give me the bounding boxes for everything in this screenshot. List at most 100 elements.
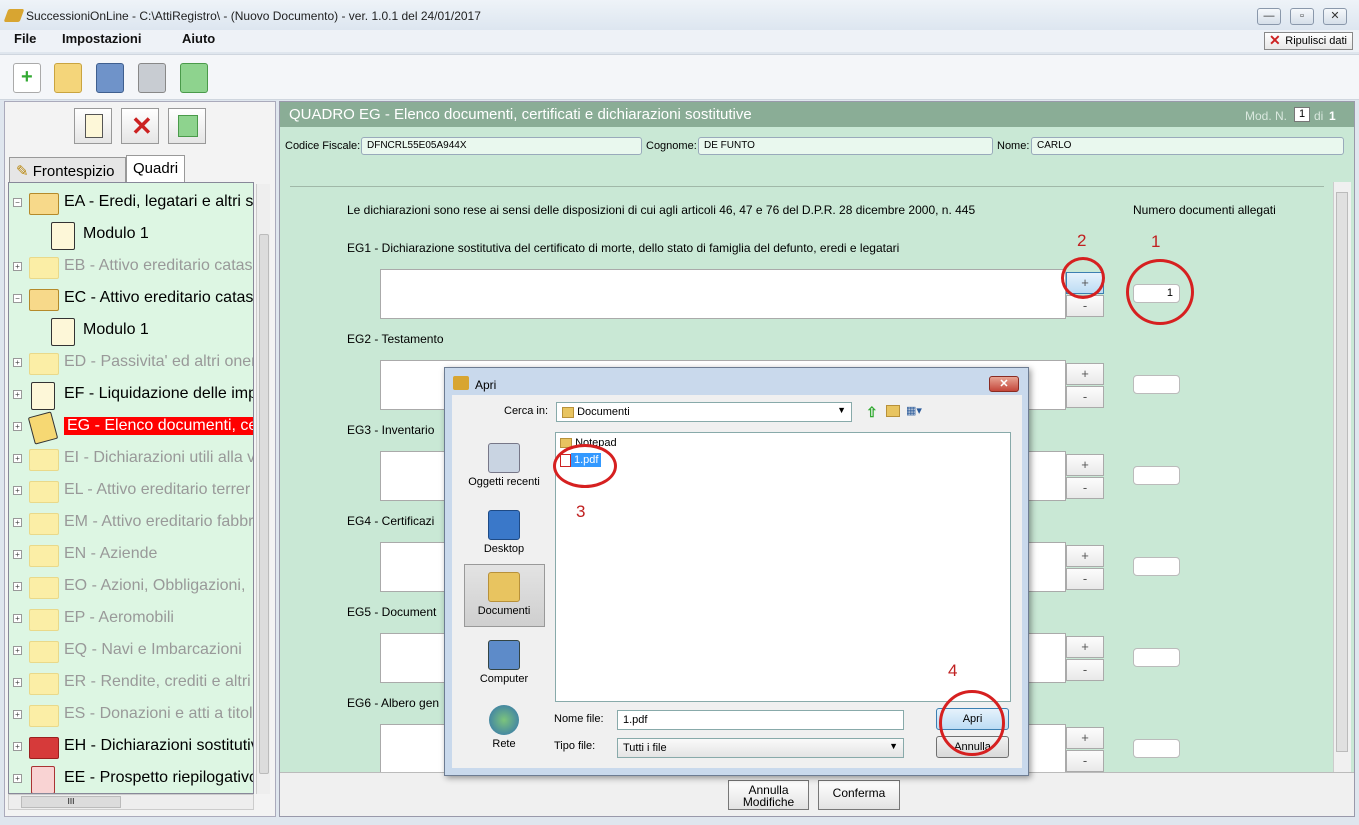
- maximize-button[interactable]: ▫: [1290, 8, 1314, 25]
- expand-icon[interactable]: +: [13, 774, 22, 783]
- folder-icon: [29, 577, 59, 599]
- tree-item[interactable]: + EE - Prospetto riepilogativo: [9, 763, 253, 793]
- codice-fiscale-field[interactable]: DFNCRL55E05A944X: [361, 137, 642, 155]
- tree-item[interactable]: − EC - Attivo ereditario catas: [9, 283, 253, 315]
- expand-icon[interactable]: +: [13, 486, 22, 495]
- tree-item-label: EL - Attivo ereditario terrer: [64, 481, 251, 498]
- tab-frontespizio[interactable]: ✎ Frontespizio: [9, 157, 126, 182]
- eg5-add-button[interactable]: +: [1066, 636, 1104, 658]
- tree-item[interactable]: Modulo 1: [9, 219, 253, 251]
- expand-icon[interactable]: −: [13, 294, 22, 303]
- delete-quadro-button[interactable]: ✕: [121, 108, 159, 144]
- eg2-remove-button[interactable]: -: [1066, 386, 1104, 408]
- expand-icon[interactable]: +: [13, 742, 22, 751]
- print-icon[interactable]: [138, 63, 166, 93]
- cerca-in-dropdown[interactable]: Documenti ▼: [556, 402, 852, 422]
- tree-item[interactable]: + ED - Passivita' ed altri oner: [9, 347, 254, 379]
- expand-icon[interactable]: +: [13, 710, 22, 719]
- delete-icon: ✕: [131, 111, 153, 141]
- tree-item[interactable]: + EN - Aziende: [9, 539, 253, 571]
- nome-file-input[interactable]: 1.pdf: [617, 710, 904, 730]
- expand-icon[interactable]: +: [13, 646, 22, 655]
- eg2-add-button[interactable]: +: [1066, 363, 1104, 385]
- eg4-remove-button[interactable]: -: [1066, 568, 1104, 590]
- cognome-field[interactable]: DE FUNTO: [698, 137, 993, 155]
- tree-item[interactable]: + EQ - Navi e Imbarcazioni: [9, 635, 253, 667]
- eg3-remove-button[interactable]: -: [1066, 477, 1104, 499]
- expand-icon[interactable]: +: [13, 262, 22, 271]
- eg3-add-button[interactable]: +: [1066, 454, 1104, 476]
- menu-aiuto[interactable]: Aiuto: [182, 31, 215, 46]
- cognome-label: Cognome:: [646, 140, 697, 152]
- mod-number-input[interactable]: 1: [1294, 107, 1310, 122]
- tree-item-label: EF - Liquidazione delle imp: [64, 385, 254, 402]
- tipo-file-dropdown[interactable]: Tutti i file ▼: [617, 738, 904, 758]
- eg3-count-input[interactable]: [1133, 466, 1180, 485]
- eg4-count-input[interactable]: [1133, 557, 1180, 576]
- expand-icon[interactable]: +: [13, 678, 22, 687]
- tree-item[interactable]: + EI - Dichiarazioni utili alla v: [9, 443, 253, 475]
- expand-icon[interactable]: +: [13, 454, 22, 463]
- eg5-count-input[interactable]: [1133, 648, 1180, 667]
- exit-icon[interactable]: [180, 63, 208, 93]
- tree-item[interactable]: + EG - Elenco documenti, cer: [9, 411, 253, 445]
- annulla-modifiche-button[interactable]: Annulla Modifiche: [728, 780, 809, 810]
- annotation-2: 2: [1077, 231, 1087, 250]
- new-document-icon[interactable]: +: [13, 63, 41, 93]
- expand-icon[interactable]: +: [13, 550, 22, 559]
- tree-item[interactable]: + EP - Aeromobili: [9, 603, 253, 635]
- minimize-button[interactable]: —: [1257, 8, 1281, 25]
- tree-item-label: ED - Passivita' ed altri oner: [64, 353, 254, 370]
- eg6-add-button[interactable]: +: [1066, 727, 1104, 749]
- expand-icon[interactable]: +: [13, 422, 22, 431]
- tree-item[interactable]: + ER - Rendite, crediti e altri: [9, 667, 253, 699]
- eg6-count-input[interactable]: [1133, 739, 1180, 758]
- tree-horizontal-scrollbar[interactable]: III: [8, 794, 254, 810]
- place-desktop[interactable]: Desktop: [464, 510, 544, 555]
- edit-quadro-button[interactable]: [74, 108, 112, 144]
- close-button[interactable]: ✕: [1323, 8, 1347, 25]
- eg4-add-button[interactable]: +: [1066, 545, 1104, 567]
- eg1-label: EG1 - Dichiarazione sostitutiva del cert…: [347, 241, 900, 255]
- place-computer[interactable]: Computer: [464, 640, 544, 685]
- main-vertical-scrollbar[interactable]: [1333, 182, 1351, 772]
- expand-icon[interactable]: +: [13, 390, 22, 399]
- menu-impostazioni[interactable]: Impostazioni: [62, 31, 141, 46]
- eg2-count-input[interactable]: [1133, 375, 1180, 394]
- eg5-remove-button[interactable]: -: [1066, 659, 1104, 681]
- expand-icon[interactable]: +: [13, 358, 22, 367]
- view-menu-icon[interactable]: ▦▾: [906, 404, 928, 418]
- tree-vertical-scrollbar[interactable]: [256, 184, 270, 794]
- tab-quadri[interactable]: Quadri: [126, 155, 185, 182]
- ripulisci-dati-button[interactable]: ✕ Ripulisci dati: [1264, 32, 1353, 50]
- place-oggetti-recenti[interactable]: Oggetti recenti: [464, 443, 544, 488]
- expand-icon[interactable]: +: [13, 518, 22, 527]
- up-folder-icon[interactable]: ⇧: [866, 404, 878, 421]
- menu-file[interactable]: File: [14, 31, 36, 46]
- tree-item[interactable]: + EF - Liquidazione delle imp: [9, 379, 254, 411]
- tree-item[interactable]: + EO - Azioni, Obbligazioni,: [9, 571, 253, 603]
- open-folder-icon[interactable]: [54, 63, 82, 93]
- new-folder-icon[interactable]: [886, 405, 900, 417]
- eg6-remove-button[interactable]: -: [1066, 750, 1104, 772]
- nome-field[interactable]: CARLO: [1031, 137, 1344, 155]
- dialog-close-button[interactable]: ✕: [989, 376, 1019, 392]
- add-module-button[interactable]: [168, 108, 206, 144]
- eg1-documents-box[interactable]: [380, 269, 1066, 319]
- tree-item[interactable]: Modulo 1: [9, 315, 253, 347]
- expand-icon[interactable]: −: [13, 198, 22, 207]
- tree-item[interactable]: + EL - Attivo ereditario terrer: [9, 475, 253, 507]
- window-title: SuccessioniOnLine - C:\AttiRegistro\ - (…: [26, 9, 481, 23]
- tree-item[interactable]: + EH - Dichiarazioni sostitutiv: [9, 731, 253, 763]
- folder-icon: [29, 673, 59, 695]
- expand-icon[interactable]: +: [13, 582, 22, 591]
- tree-item[interactable]: + EB - Attivo ereditario catas: [9, 251, 253, 283]
- expand-icon[interactable]: +: [13, 614, 22, 623]
- tree-item[interactable]: + ES - Donazioni e atti a titol: [9, 699, 253, 731]
- place-rete[interactable]: Rete: [464, 705, 544, 750]
- conferma-button[interactable]: Conferma: [818, 780, 900, 810]
- save-icon[interactable]: [96, 63, 124, 93]
- tree-item[interactable]: + EM - Attivo ereditario fabbr: [9, 507, 253, 539]
- place-documenti[interactable]: Documenti: [464, 572, 544, 617]
- tree-item[interactable]: − EA - Eredi, legatari e altri s: [9, 187, 253, 219]
